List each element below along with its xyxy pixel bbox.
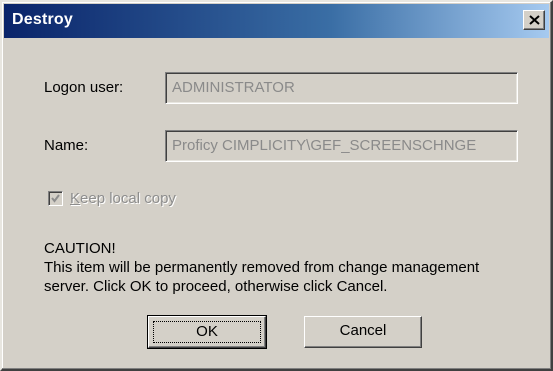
caution-message: CAUTION! This item will be permanently r… — [44, 239, 479, 296]
name-field: Proficy CIMPLICITY\GEF_SCREENSCHNGE — [165, 130, 518, 162]
caution-line-1: This item will be permanently removed fr… — [44, 259, 480, 276]
ok-button-label: OK — [153, 321, 261, 343]
logon-user-field: ADMINISTRATOR — [165, 72, 518, 104]
checkmark-icon — [51, 194, 60, 203]
cancel-button[interactable]: Cancel — [304, 316, 422, 348]
keep-local-copy-label: Keep local copy — [70, 190, 176, 207]
ok-button[interactable]: OK — [147, 315, 267, 349]
logon-user-label: Logon user: — [44, 79, 124, 96]
keep-local-copy-checkbox[interactable] — [48, 191, 63, 206]
dialog-title: Destroy — [12, 11, 73, 28]
close-x-icon — [529, 15, 540, 25]
title-bar[interactable]: Destroy — [4, 4, 549, 38]
caution-line-2: server. Click OK to proceed, otherwise c… — [44, 278, 388, 295]
close-button[interactable] — [523, 10, 545, 30]
name-label: Name: — [44, 137, 89, 154]
destroy-dialog: Destroy Logon user: ADMINISTRATOR Name: … — [0, 0, 553, 371]
caution-heading: CAUTION! — [44, 240, 116, 257]
